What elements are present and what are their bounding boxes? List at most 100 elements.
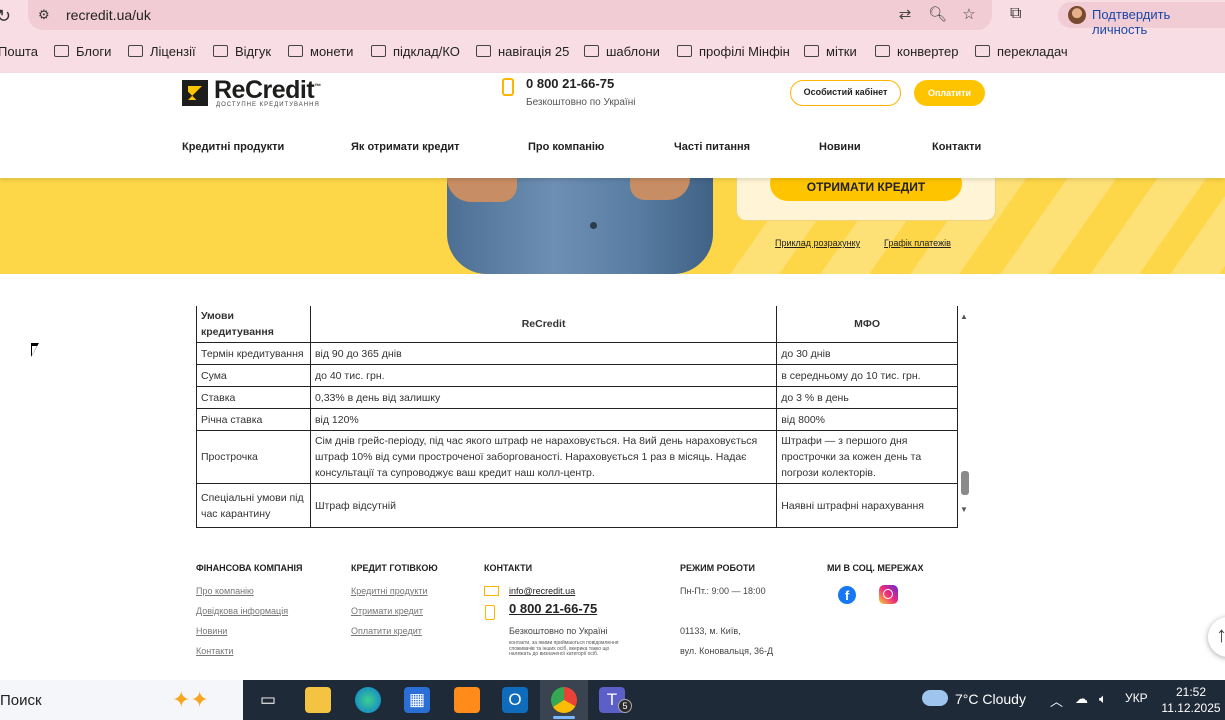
bookmark-item[interactable]: навігація 25 bbox=[476, 44, 569, 59]
footer-link-news[interactable]: Новини bbox=[196, 626, 227, 636]
nav-credit-products[interactable]: Кредитні продукти bbox=[182, 141, 284, 153]
nav-news[interactable]: Новини bbox=[819, 141, 861, 153]
microsoft-store-icon[interactable]: ▦ bbox=[404, 687, 430, 713]
zoom-icon[interactable]: 🔍︎ bbox=[928, 6, 947, 24]
nav-how-to-get[interactable]: Як отримати кредит bbox=[351, 141, 460, 153]
table-header: МФО bbox=[776, 306, 958, 343]
logo-text[interactable]: ReCredit™ bbox=[214, 76, 321, 105]
bookmark-item[interactable]: конвертер bbox=[875, 44, 958, 59]
instagram-icon[interactable] bbox=[879, 585, 898, 604]
language-indicator[interactable]: УКР bbox=[1125, 691, 1148, 705]
network-icon[interactable]: ☁ bbox=[1075, 691, 1088, 707]
file-explorer-icon[interactable] bbox=[305, 687, 331, 713]
mouse-cursor-fill bbox=[32, 346, 37, 355]
app-icon[interactable] bbox=[454, 687, 480, 713]
scroll-up-icon[interactable]: ▲ bbox=[960, 312, 968, 321]
bookmark-item[interactable]: профілі Мінфін bbox=[677, 44, 790, 59]
header-phone[interactable]: 0 800 21-66-75 bbox=[526, 76, 614, 91]
translate-icon[interactable]: ⇄ bbox=[896, 6, 914, 24]
cloud-icon[interactable] bbox=[922, 690, 948, 706]
footer-title-hours: РЕЖИМ РОБОТИ bbox=[680, 563, 755, 573]
header-phone-note: Безкоштовно по Україні bbox=[526, 97, 636, 108]
arrow-up-icon: ↑ bbox=[1216, 622, 1225, 647]
table-cell: від 120% bbox=[309, 408, 778, 431]
footer-email[interactable]: info@recredit.ua bbox=[509, 586, 575, 596]
table-scrollbar-thumb[interactable] bbox=[961, 471, 969, 495]
table-cell: Прострочка bbox=[196, 430, 311, 484]
shirt-button bbox=[590, 222, 597, 229]
bookmark-item[interactable]: Ліцензії bbox=[128, 44, 196, 59]
copilot-sparkle-icon[interactable]: ✦✦ bbox=[172, 687, 209, 713]
footer-address-line1: 01133, м. Київ, bbox=[680, 626, 741, 636]
calculation-example-link[interactable]: Приклад розрахунку bbox=[775, 238, 860, 248]
facebook-icon[interactable]: f bbox=[838, 586, 856, 604]
profile-label[interactable]: Подтвердить личность bbox=[1092, 7, 1225, 37]
folder-icon bbox=[584, 45, 599, 57]
footer-link-info[interactable]: Довідкова інформація bbox=[196, 606, 288, 616]
table-cell: Сума bbox=[196, 364, 311, 387]
chrome-icon[interactable] bbox=[551, 687, 577, 713]
pay-button[interactable]: Оплатити bbox=[914, 80, 985, 106]
bookmark-item[interactable]: Відгук bbox=[213, 44, 271, 59]
nav-faq[interactable]: Часті питання bbox=[674, 141, 750, 153]
table-row: Прострочка Сім днів грейс-періоду, під ч… bbox=[196, 430, 958, 484]
table-header: ReCredit bbox=[309, 306, 778, 343]
footer-link-pay-credit[interactable]: Оплатити кредит bbox=[351, 626, 422, 636]
table-cell: в середньому до 10 тис. грн. bbox=[776, 364, 958, 387]
bookmark-item[interactable]: підклад/КО bbox=[371, 44, 460, 59]
folder-icon bbox=[875, 45, 890, 57]
clock[interactable]: 21:52 11.12.2025 bbox=[1160, 684, 1222, 716]
footer-phone-note: Безкоштовно по Україні bbox=[509, 626, 608, 636]
footer-phone[interactable]: 0 800 21-66-75 bbox=[509, 601, 597, 616]
table-cell: Штраф відсутній bbox=[309, 483, 778, 528]
table-cell: Термін кредитування bbox=[196, 342, 311, 365]
folder-icon bbox=[54, 45, 69, 57]
footer-link-get-credit[interactable]: Отримати кредит bbox=[351, 606, 423, 616]
volume-icon[interactable]: 🔈︎ bbox=[1099, 691, 1107, 707]
bookmark-item[interactable]: Блоги bbox=[54, 44, 111, 59]
personal-cabinet-button[interactable]: Особистий кабінет bbox=[790, 80, 901, 106]
star-icon[interactable]: ☆ bbox=[960, 6, 978, 24]
phone-icon bbox=[485, 605, 495, 620]
outlook-icon[interactable]: O bbox=[502, 687, 528, 713]
extensions-icon[interactable]: ⧉ bbox=[1010, 5, 1030, 25]
table-cell: Річна ставка bbox=[196, 408, 311, 431]
bookmark-item[interactable]: шаблони bbox=[584, 44, 660, 59]
nav-contacts[interactable]: Контакти bbox=[932, 141, 981, 153]
folder-icon bbox=[975, 45, 990, 57]
footer-link-contacts[interactable]: Контакти bbox=[196, 646, 233, 656]
bookmark-item[interactable]: мітки bbox=[804, 44, 857, 59]
folder-icon bbox=[288, 45, 303, 57]
payment-schedule-link[interactable]: Графік платежів bbox=[884, 238, 951, 248]
taskbar-search-label[interactable]: Поиск bbox=[0, 692, 42, 709]
folder-icon bbox=[213, 45, 228, 57]
url-text[interactable]: recredit.ua/uk bbox=[66, 7, 151, 23]
weather-text[interactable]: 7°C Cloudy bbox=[955, 691, 1026, 707]
footer-link-products[interactable]: Кредитні продукти bbox=[351, 586, 428, 596]
nav-about[interactable]: Про компанію bbox=[528, 141, 604, 153]
task-view-icon[interactable]: ▭ bbox=[255, 687, 281, 713]
hero-person-hand bbox=[447, 178, 517, 202]
table-row: Річна ставка від 120% від 800% bbox=[196, 408, 958, 431]
scroll-down-icon[interactable]: ▼ bbox=[960, 505, 968, 514]
bookmark-item[interactable]: Пошта bbox=[0, 44, 38, 59]
address-bar[interactable] bbox=[28, 0, 992, 30]
phone-icon bbox=[502, 78, 514, 96]
table-row: Сума до 40 тис. грн. в середньому до 10 … bbox=[196, 364, 958, 387]
reload-icon[interactable]: ↻ bbox=[0, 6, 16, 26]
footer-title-cash-credit: КРЕДИТ ГОТІВКОЮ bbox=[351, 563, 438, 573]
table-cell: від 90 до 365 днів bbox=[309, 342, 778, 365]
edge-browser-icon[interactable] bbox=[355, 687, 381, 713]
profile-avatar bbox=[1068, 6, 1086, 24]
chevron-up-icon[interactable]: ︿ bbox=[1050, 691, 1063, 710]
footer-link-about[interactable]: Про компанію bbox=[196, 586, 254, 596]
folder-icon bbox=[804, 45, 819, 57]
logo-tagline: ДОСТУПНЕ КРЕДИТУВАННЯ bbox=[216, 102, 320, 108]
bookmark-item[interactable]: перекладач bbox=[975, 44, 1068, 59]
site-info-icon[interactable]: ⚙ bbox=[38, 7, 54, 23]
footer-fine-print: контакти, за якими приймаються повідомле… bbox=[509, 640, 619, 657]
footer-title-social: МИ В СОЦ. МЕРЕЖАХ bbox=[827, 563, 924, 573]
bookmark-item[interactable]: монети bbox=[288, 44, 353, 59]
recredit-logo-icon[interactable] bbox=[182, 80, 208, 106]
table-cell: Ставка bbox=[196, 386, 311, 409]
